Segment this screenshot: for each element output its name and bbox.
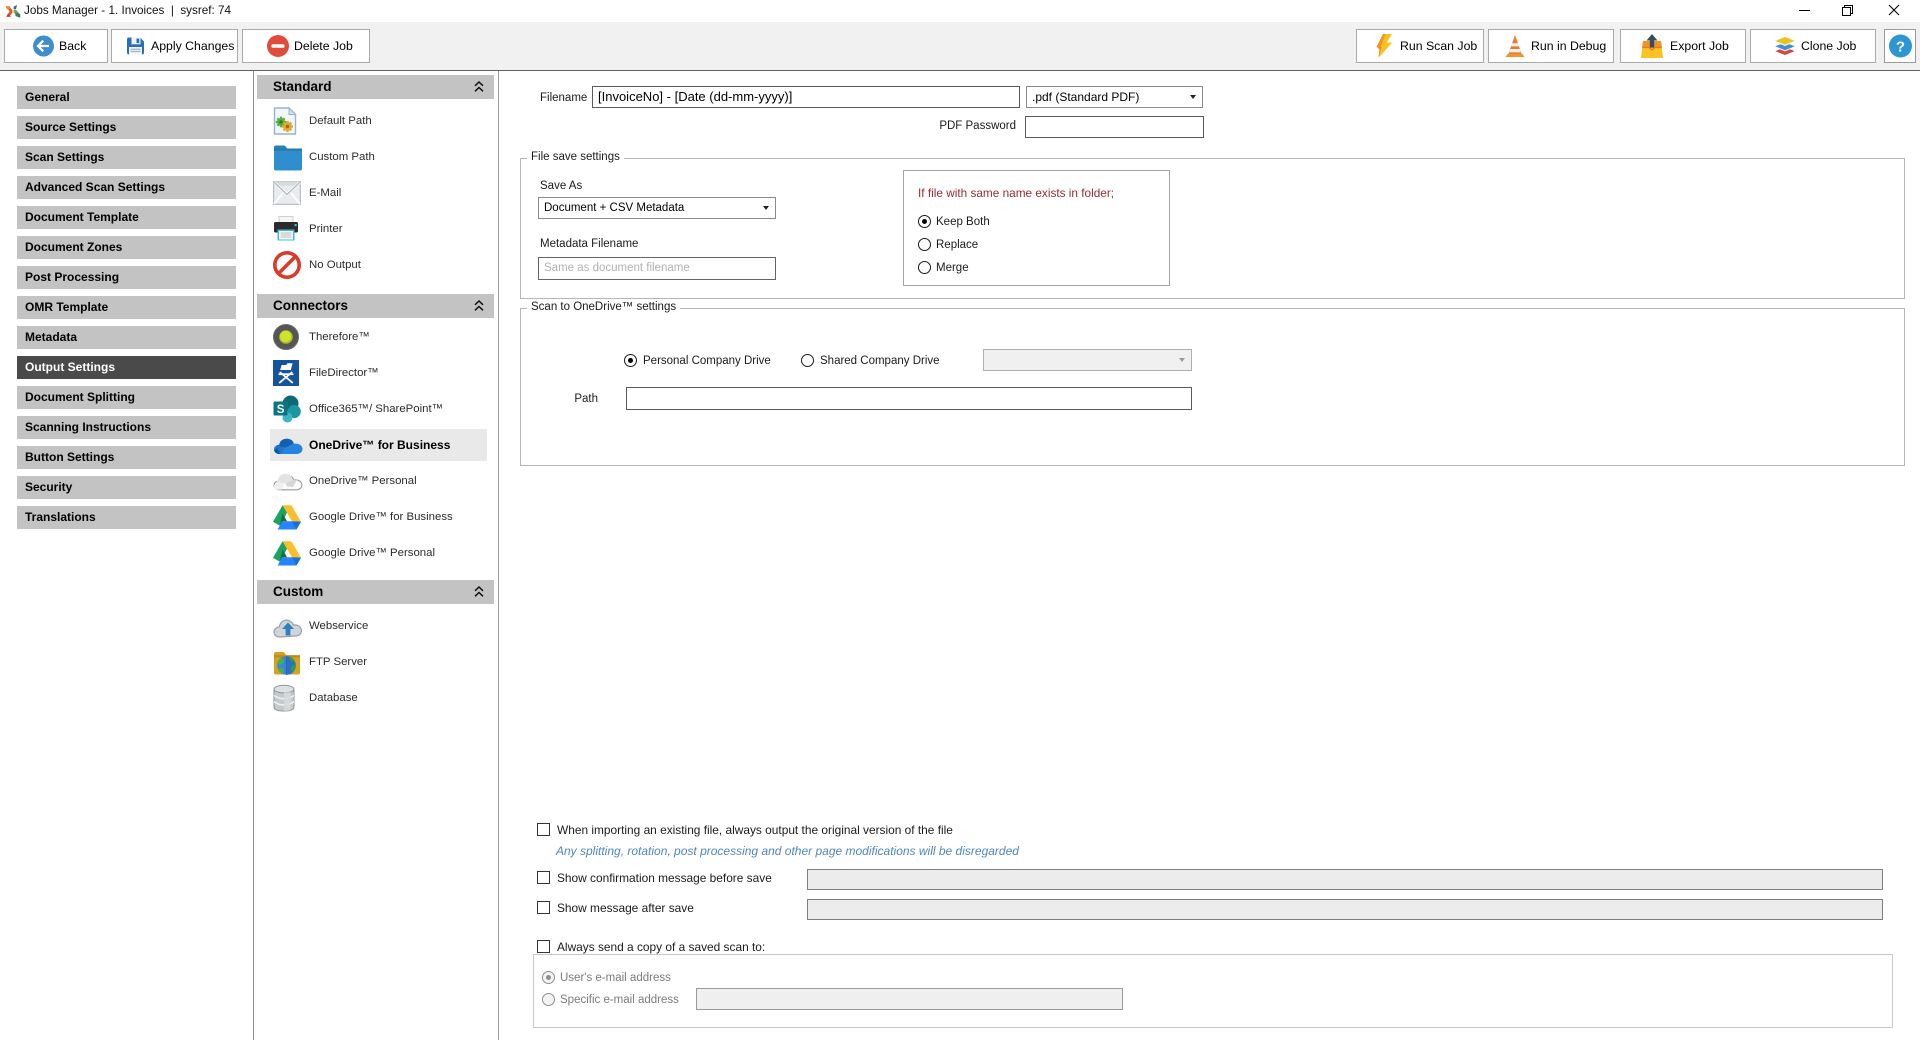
svg-text:?: ?	[1896, 39, 1905, 56]
svg-text:S: S	[277, 404, 285, 416]
